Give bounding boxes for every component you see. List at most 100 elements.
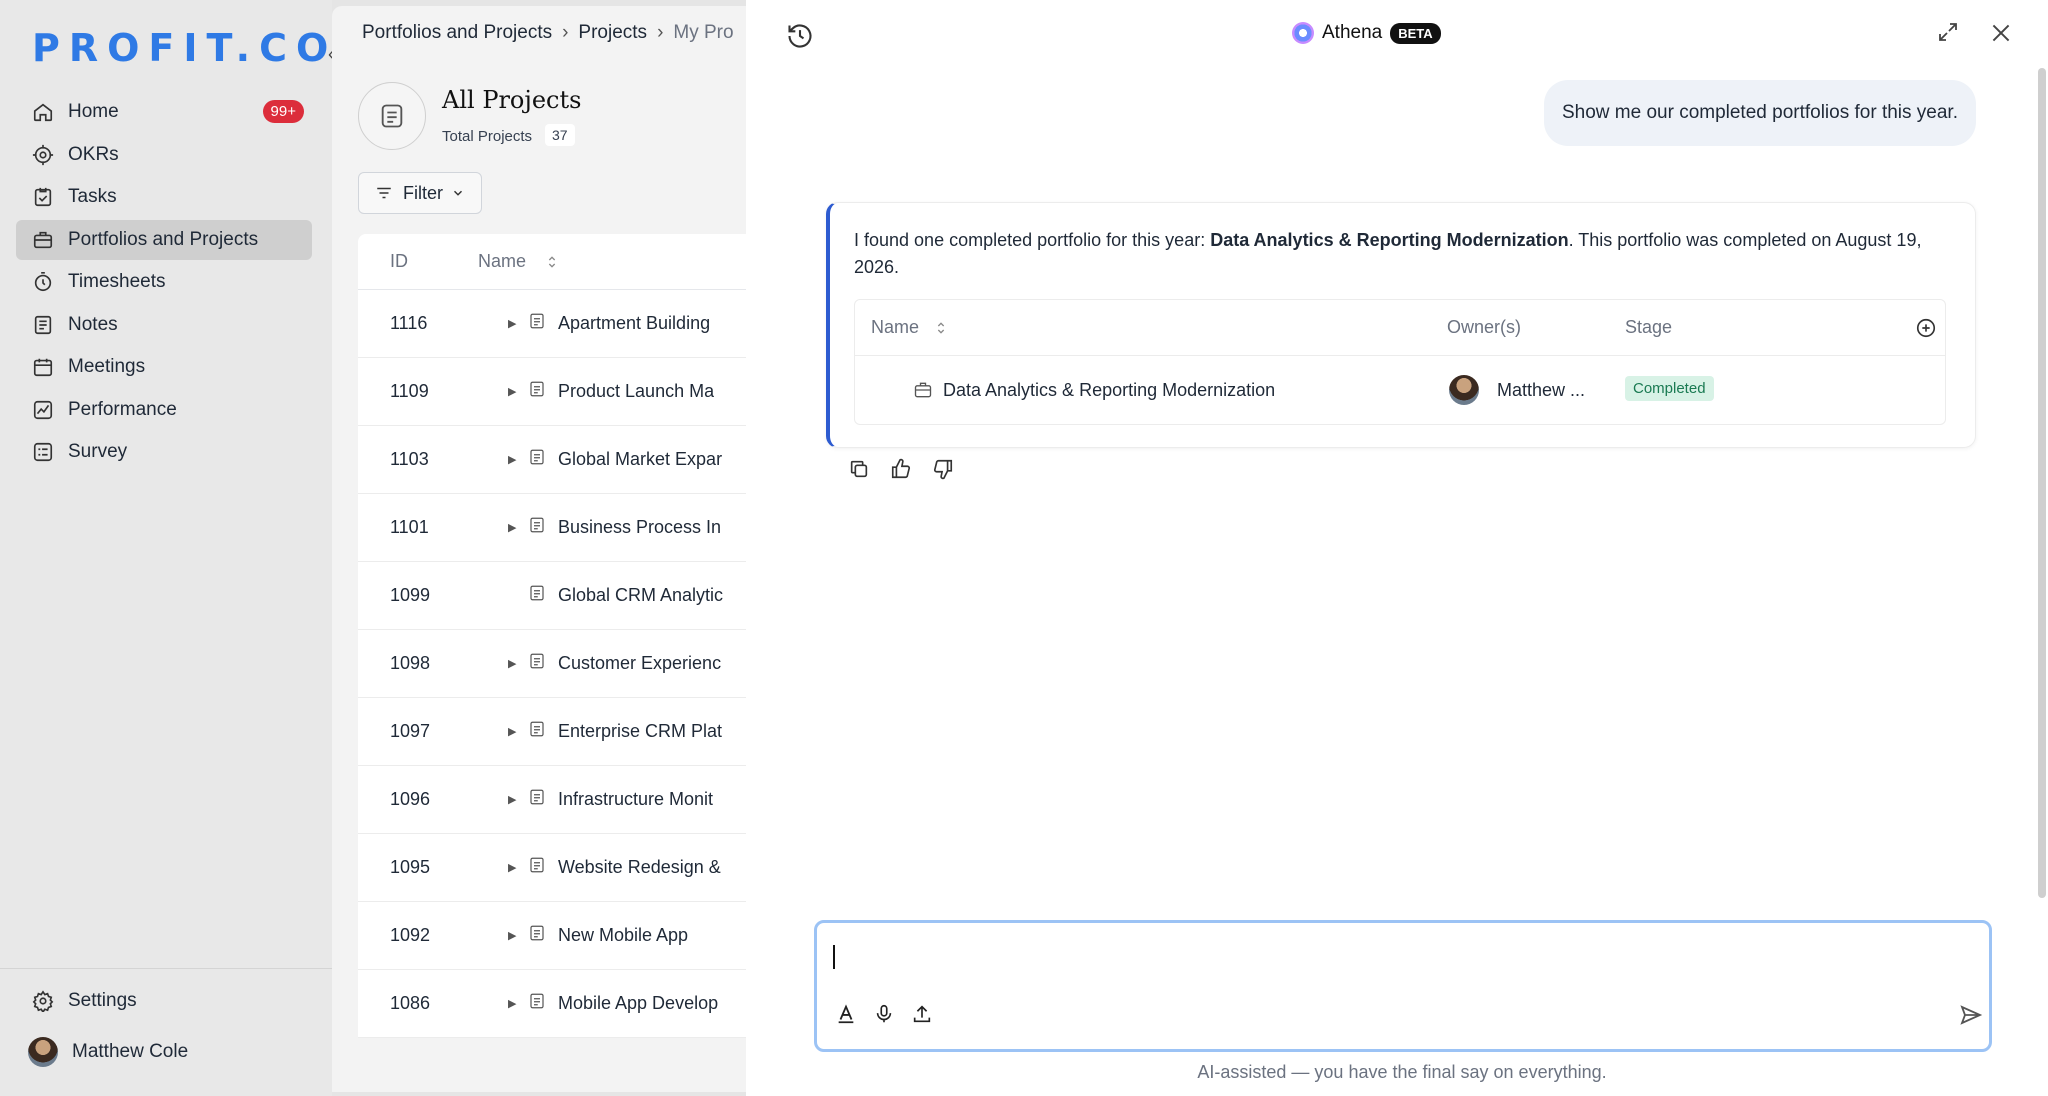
breadcrumb-item[interactable]: Projects [578,22,647,44]
document-icon [528,448,558,471]
caret-right-icon[interactable]: ▶ [508,317,528,330]
settings-button[interactable]: Settings [32,990,137,1012]
sidebar-item-tasks[interactable]: Tasks [16,177,312,217]
document-icon [528,516,558,539]
caret-right-icon[interactable]: ▶ [508,861,528,874]
sidebar-item-okrs[interactable]: OKRs [16,135,312,175]
column-header-name-label: Name [871,317,920,337]
project-name[interactable]: New Mobile App [558,925,688,946]
user-profile[interactable]: Matthew Cole [28,1037,188,1067]
text-format-icon[interactable] [835,1003,857,1025]
sidebar-item-home[interactable]: Home 99+ [16,92,312,132]
project-name[interactable]: Enterprise CRM Plat [558,721,722,742]
thumbs-up-icon[interactable] [890,458,912,480]
column-header-id[interactable]: ID [358,251,478,272]
table-row[interactable]: 1092 ▶ New Mobile App [358,902,782,970]
caret-right-icon[interactable]: ▶ [508,793,528,806]
sidebar-item-survey[interactable]: Survey [16,432,312,472]
project-name[interactable]: Customer Experienc [558,653,721,674]
expand-icon[interactable] [1936,20,1960,44]
caret-right-icon[interactable]: ▶ [508,657,528,670]
table-row[interactable]: 1096 ▶ Infrastructure Monit [358,766,782,834]
sidebar-item-label: Survey [68,441,128,462]
document-icon [528,720,558,743]
project-name[interactable]: Business Process In [558,517,721,538]
table-row[interactable]: 1116 ▶ Apartment Building [358,290,782,358]
filter-button[interactable]: Filter [358,172,482,214]
microphone-icon[interactable] [873,1003,895,1025]
message-input[interactable] [833,939,1973,979]
table-row[interactable]: 1095 ▶ Website Redesign & [358,834,782,902]
projects-table: ID Name 1116 ▶ Apartment Building 1109 ▶ Prod… [358,234,782,1038]
result-table-header: Name Owner(s) Stage [855,300,1945,356]
sidebar-item-label: Tasks [68,186,117,207]
result-table: Name Owner(s) Stage Data Analytics & Rep… [854,299,1946,425]
caret-right-icon[interactable]: ▶ [508,997,528,1010]
caret-right-icon[interactable]: ▶ [508,725,528,738]
table-row[interactable]: 1099 Global CRM Analytic [358,562,782,630]
caret-right-icon[interactable]: ▶ [508,521,528,534]
add-column-icon[interactable] [1915,317,1937,339]
breadcrumb-item[interactable]: Portfolios and Projects [362,22,552,44]
tasks-icon [34,187,52,207]
sidebar-item-performance[interactable]: Performance [16,390,312,430]
column-header-stage[interactable]: Stage [1625,317,1672,338]
upload-icon[interactable] [911,1003,933,1025]
profitco-logo[interactable]: PROFIT.CO [32,26,337,70]
caret-right-icon[interactable]: ▶ [508,453,528,466]
sort-icon[interactable] [544,254,560,270]
avatar [1449,375,1479,405]
history-icon[interactable] [786,22,814,50]
document-icon [528,652,558,675]
table-row[interactable]: 1109 ▶ Product Launch Ma [358,358,782,426]
sidebar-item-portfolios-and-projects[interactable]: Portfolios and Projects [16,219,312,260]
page-icon [358,82,426,150]
copy-icon[interactable] [848,458,870,480]
project-name[interactable]: Global CRM Analytic [558,585,723,606]
user-message: Show me our completed portfolios for thi… [1543,80,1976,146]
close-icon[interactable] [1988,20,2014,46]
project-name[interactable]: Apartment Building [558,313,710,334]
athena-logo-icon [1292,22,1314,44]
send-icon[interactable] [1959,1003,1983,1027]
total-projects-count: 37 [545,124,575,146]
project-id: 1101 [390,517,429,537]
sidebar-item-label: OKRs [68,143,119,165]
scrollbar[interactable] [2038,68,2046,898]
thumbs-down-icon[interactable] [932,458,954,480]
breadcrumb-item[interactable]: My Pro [673,22,733,44]
table-row[interactable]: 1103 ▶ Global Market Expar [358,426,782,494]
project-name[interactable]: Infrastructure Monit [558,789,713,810]
beta-badge: BETA [1390,22,1441,44]
project-name[interactable]: Mobile App Develop [558,993,718,1014]
table-row[interactable]: 1101 ▶ Business Process In [358,494,782,562]
document-icon [528,788,558,811]
home-icon [33,103,53,122]
caret-right-icon[interactable]: ▶ [508,929,528,942]
table-row[interactable]: 1097 ▶ Enterprise CRM Plat [358,698,782,766]
breadcrumb-separator: › [657,22,664,43]
projects-panel: Portfolios and Projects › Projects › My … [332,6,782,1092]
column-header-name[interactable]: Name [871,317,949,338]
sidebar-item-notes[interactable]: Notes [16,305,312,345]
table-row[interactable]: 1086 ▶ Mobile App Develop [358,970,782,1038]
table-row[interactable]: Data Analytics & Reporting Modernization… [855,356,1945,424]
avatar [28,1037,58,1067]
project-name[interactable]: Website Redesign & [558,857,721,878]
composer-tools [835,1003,933,1025]
portfolio-name[interactable]: Data Analytics & Reporting Modernization [943,380,1275,401]
table-row[interactable]: 1098 ▶ Customer Experienc [358,630,782,698]
sort-icon[interactable] [933,320,949,336]
status-badge: Completed [1625,376,1714,401]
document-icon [528,992,558,1015]
athena-chat-panel: Athena BETA Show me our completed portfo… [746,0,2048,1096]
column-header-name[interactable]: Name [478,251,526,272]
sidebar-item-meetings[interactable]: Meetings [16,347,312,387]
sidebar-item-timesheets[interactable]: Timesheets [16,262,312,302]
project-name[interactable]: Global Market Expar [558,449,722,470]
caret-right-icon[interactable]: ▶ [508,385,528,398]
column-header-owners[interactable]: Owner(s) [1447,317,1521,338]
project-name[interactable]: Product Launch Ma [558,381,714,402]
assistant-message: I found one completed portfolio for this… [826,202,1976,448]
breadcrumb: Portfolios and Projects › Projects › My … [362,22,734,44]
